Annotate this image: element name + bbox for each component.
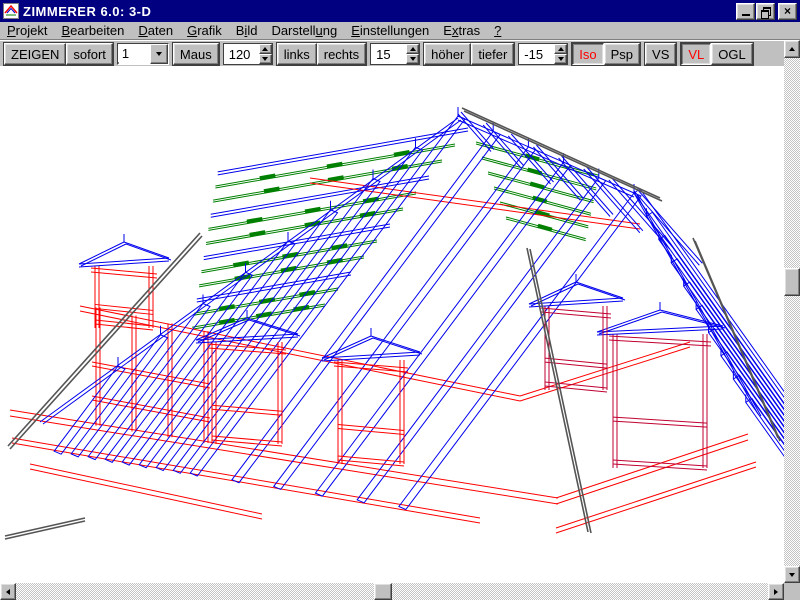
hscroll-left-button[interactable] <box>0 583 16 600</box>
menu-item-grafik[interactable]: Grafik <box>180 22 229 39</box>
tilt-spinner[interactable] <box>518 43 568 65</box>
menu-item-einstellungen[interactable]: Einstellungen <box>344 22 436 39</box>
hscroll-thumb[interactable] <box>374 583 392 600</box>
spin-down-icon <box>410 57 416 64</box>
view-number-input[interactable] <box>118 44 150 62</box>
vscroll-down-button[interactable] <box>784 566 800 583</box>
step-value-input[interactable] <box>371 44 406 64</box>
step-down-button[interactable] <box>406 54 419 64</box>
menu-item-bild[interactable]: Bild <box>229 22 265 39</box>
hscroll-right-button[interactable] <box>768 583 784 600</box>
rechts-button[interactable]: rechts <box>317 43 366 65</box>
tiefer-button[interactable]: tiefer <box>471 43 514 65</box>
vs-group: VS <box>644 42 677 66</box>
spin-up-icon <box>410 44 416 51</box>
toolbar: ZEIGEN sofort Maus links rechts höher ti… <box>0 40 784 67</box>
view-number-combobox[interactable] <box>117 43 169 65</box>
psp-button[interactable]: Psp <box>604 43 640 65</box>
zeigen-button[interactable]: ZEIGEN <box>4 43 66 65</box>
menu-item-daten[interactable]: Daten <box>131 22 180 39</box>
arrow-up-icon <box>789 44 795 51</box>
rotation-up-button[interactable] <box>259 44 272 54</box>
maus-group: Maus <box>172 42 220 66</box>
roof-sketch-icon <box>4 4 18 18</box>
close-icon: × <box>784 6 791 16</box>
tilt-down-button[interactable] <box>554 54 567 64</box>
minimize-button[interactable] <box>736 3 755 20</box>
minimize-icon <box>742 14 750 16</box>
ogl-button[interactable]: OGL <box>711 43 752 65</box>
scrollbar-corner <box>784 583 800 600</box>
maus-button[interactable]: Maus <box>173 43 219 65</box>
menu-item-darstellung[interactable]: Darstellung <box>264 22 344 39</box>
app-icon[interactable] <box>3 3 19 19</box>
restore-button[interactable] <box>756 3 775 20</box>
title-bar[interactable]: ZIMMERER 6.0: 3-D × <box>0 0 800 22</box>
height-group: höher tiefer <box>423 42 515 66</box>
combobox-dropdown-button[interactable] <box>150 44 168 64</box>
menu-bar: ProjektBearbeitenDatenGrafikBildDarstell… <box>0 22 800 40</box>
chevron-down-icon <box>156 52 162 59</box>
tilt-up-button[interactable] <box>554 44 567 54</box>
step-up-button[interactable] <box>406 44 419 54</box>
arrow-left-icon <box>3 589 10 595</box>
hoeher-button[interactable]: höher <box>424 43 471 65</box>
spin-up-icon <box>262 44 268 51</box>
tilt-value-input[interactable] <box>519 44 554 64</box>
vscroll-thumb[interactable] <box>784 268 800 296</box>
application-window: { "window": { "title": "ZIMMERER 6.0: 3-… <box>0 0 800 600</box>
drawing-viewport[interactable] <box>0 66 784 583</box>
hscroll-track[interactable] <box>16 583 768 600</box>
menu-item-?[interactable]: ? <box>487 22 508 39</box>
spin-up-icon <box>558 44 564 51</box>
arrow-right-icon <box>774 589 781 595</box>
vl-button[interactable]: VL <box>681 43 711 65</box>
roof-wireframe-drawing <box>0 66 784 583</box>
vscroll-up-button[interactable] <box>784 40 800 58</box>
close-button[interactable]: × <box>778 3 797 20</box>
projection-group: Iso Psp <box>571 42 641 66</box>
rotation-value-input[interactable] <box>224 44 259 64</box>
render-mode-group: VL OGL <box>680 42 753 66</box>
links-button[interactable]: links <box>277 43 317 65</box>
vs-button[interactable]: VS <box>645 43 676 65</box>
rotation-down-button[interactable] <box>259 54 272 64</box>
arrow-down-icon <box>789 573 795 580</box>
spin-down-icon <box>262 57 268 64</box>
menu-item-extras[interactable]: Extras <box>436 22 487 39</box>
spin-down-icon <box>558 57 564 64</box>
restore-icon <box>761 7 770 16</box>
menu-item-bearbeiten[interactable]: Bearbeiten <box>54 22 131 39</box>
sofort-button[interactable]: sofort <box>66 43 113 65</box>
show-group: ZEIGEN sofort <box>3 42 114 66</box>
rotation-spinner[interactable] <box>223 43 273 65</box>
iso-button[interactable]: Iso <box>572 43 603 65</box>
vscroll-track[interactable] <box>784 58 800 566</box>
window-title: ZIMMERER 6.0: 3-D <box>23 4 736 19</box>
step-spinner[interactable] <box>370 43 420 65</box>
menu-item-projekt[interactable]: Projekt <box>0 22 54 39</box>
rotate-group: links rechts <box>276 42 367 66</box>
